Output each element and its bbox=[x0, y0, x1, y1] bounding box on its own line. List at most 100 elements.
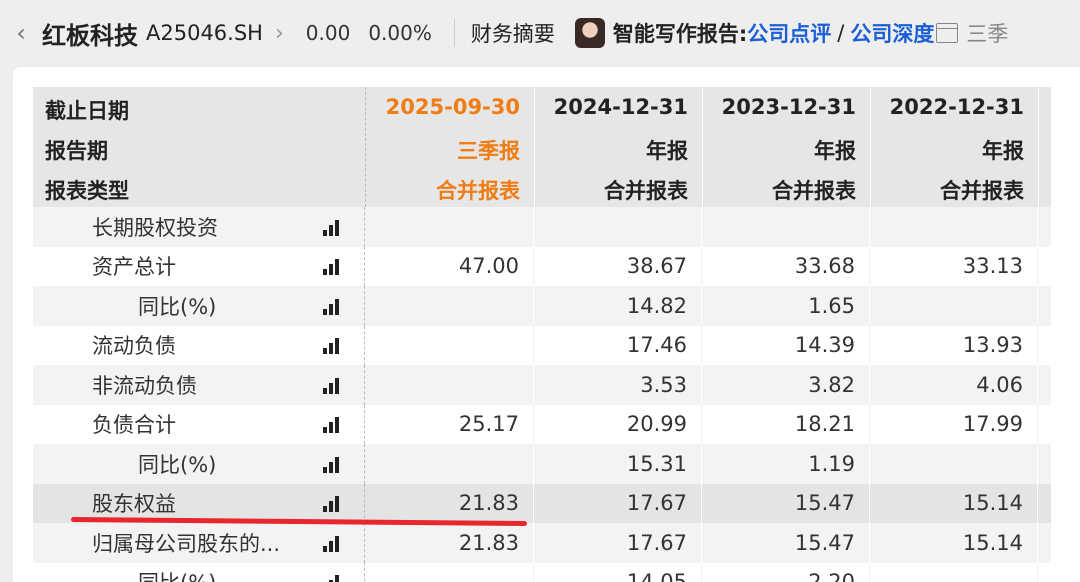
cell-value: 20.99 bbox=[626, 412, 687, 437]
cell-value: 15.31 bbox=[626, 451, 687, 476]
table-row[interactable]: 同比(%) 14.82 1.65 bbox=[33, 286, 1051, 326]
table-cell bbox=[366, 207, 534, 247]
more-tab[interactable]: 三季 bbox=[966, 18, 1008, 48]
header-column-3[interactable]: 2023-12-31 年报 合并报表 bbox=[702, 87, 871, 207]
table-cell: 33.68 bbox=[702, 246, 870, 286]
bar-chart-icon[interactable] bbox=[323, 376, 345, 394]
ai-report-title: 智能写作报告: bbox=[612, 22, 748, 46]
cell-value: 17.46 bbox=[626, 333, 687, 358]
cell-value: 13.93 bbox=[962, 333, 1023, 358]
cell-value: 33.13 bbox=[962, 254, 1023, 279]
table-cell bbox=[366, 286, 534, 326]
link-company-review[interactable]: 公司点评 bbox=[747, 18, 831, 48]
cell-value: 15.47 bbox=[794, 491, 855, 516]
bar-chart-icon[interactable] bbox=[323, 455, 345, 473]
row-label-cell: 资产总计 bbox=[33, 246, 365, 286]
chevron-right-icon[interactable]: › bbox=[275, 21, 284, 46]
row-label-cell: 负债合计 bbox=[33, 404, 365, 444]
cell-value: 25.17 bbox=[458, 412, 519, 437]
cell-value: 47.00 bbox=[458, 254, 519, 279]
table-cell: 1.65 bbox=[702, 286, 870, 326]
row-label: 负债合计 bbox=[92, 413, 176, 438]
table-cell: 13.93 bbox=[870, 325, 1038, 365]
stock-price: 0.00 bbox=[305, 21, 351, 45]
cell-value: 14.39 bbox=[794, 333, 855, 358]
row-label-cell: 非流动负债 bbox=[33, 365, 365, 405]
table-cell: 15.47 bbox=[702, 523, 870, 563]
table-cell: 38.67 bbox=[534, 246, 702, 286]
bar-chart-icon[interactable] bbox=[323, 218, 345, 236]
table-row[interactable]: 长期股权投资 bbox=[33, 207, 1051, 247]
header-label-type: 报表类型 bbox=[45, 179, 129, 203]
row-label: 归属母公司股东的... bbox=[92, 531, 281, 556]
stock-name: 红板科技 bbox=[42, 21, 138, 50]
header-type: 合并报表 bbox=[604, 179, 688, 203]
cell-value: 1.65 bbox=[808, 293, 855, 318]
header-label-column: 截止日期 报告期 报表类型 bbox=[33, 87, 366, 207]
cell-value: 15.14 bbox=[962, 491, 1023, 516]
table-cell: 18.21 bbox=[702, 404, 870, 444]
table-cell bbox=[870, 562, 1038, 582]
cell-value: 1.19 bbox=[808, 451, 855, 476]
tab-financial-summary[interactable]: 财务摘要 bbox=[471, 18, 555, 48]
row-label: 股东权益 bbox=[92, 492, 176, 517]
header-period: 三季报 bbox=[457, 139, 520, 163]
table-row[interactable]: 同比(%) 14.05 2.20 bbox=[33, 562, 1051, 582]
table-cell bbox=[366, 365, 534, 405]
cell-value: 2.20 bbox=[808, 570, 855, 582]
table-cell: 15.47 bbox=[702, 483, 870, 523]
calendar-icon[interactable] bbox=[936, 23, 959, 43]
table-cell: 15.31 bbox=[534, 444, 702, 484]
header-column-2[interactable]: 2024-12-31 年报合并报表 bbox=[534, 87, 703, 207]
link-separator: / bbox=[837, 21, 845, 45]
header-column-1[interactable]: 2025-09-30 三季报 合并报表 bbox=[366, 87, 535, 207]
table-cell bbox=[366, 562, 534, 582]
table-row[interactable]: 负债合计 25.17 20.99 18.21 17.99 bbox=[33, 404, 1051, 444]
table-header: 截止日期 报告期 报表类型 2025-09-30 三季报 合并报表 2024-12-3… bbox=[33, 87, 1051, 207]
cell-value: 15.14 bbox=[962, 530, 1023, 555]
bar-chart-icon[interactable] bbox=[323, 494, 345, 513]
header-label-date: 截止日期 bbox=[45, 99, 129, 123]
header-label-period: 报告期 bbox=[45, 139, 108, 163]
header-date: 2022-12-31 bbox=[889, 95, 1024, 119]
table-cell: 17.46 bbox=[534, 325, 702, 365]
cell-value: 14.82 bbox=[626, 293, 687, 318]
table-cell bbox=[870, 286, 1038, 326]
table-row[interactable]: 同比(%) 15.31 1.19 bbox=[33, 444, 1051, 484]
bar-chart-icon[interactable] bbox=[323, 336, 345, 355]
cell-value: 21.83 bbox=[458, 530, 519, 555]
cell-value: 18.21 bbox=[794, 412, 855, 437]
table-row[interactable]: 归属母公司股东的... 21.83 17.67 15.47 15.14 bbox=[33, 523, 1051, 563]
header-column-4[interactable]: 2022-12-31 年报 合并报表 bbox=[870, 87, 1039, 207]
row-label: 同比(%) bbox=[138, 567, 216, 582]
bar-chart-icon[interactable] bbox=[323, 257, 345, 276]
table-row[interactable]: 流动负债 17.46 14.39 13.93 bbox=[33, 325, 1051, 365]
cell-value: 38.67 bbox=[626, 254, 687, 279]
table-cell: 25.17 bbox=[366, 404, 534, 444]
table-cell: 47.00 bbox=[366, 246, 534, 286]
table-cell: 21.83 bbox=[366, 523, 534, 563]
table-cell bbox=[870, 207, 1038, 247]
bar-chart-icon[interactable] bbox=[323, 534, 345, 552]
table-row[interactable]: 资产总计 47.00 38.67 33.68 33.13 bbox=[33, 246, 1051, 286]
row-label: 同比(%) bbox=[138, 294, 217, 319]
table-cell bbox=[534, 207, 702, 247]
bar-chart-icon[interactable] bbox=[323, 415, 345, 434]
chevron-left-icon[interactable]: ‹ bbox=[4, 19, 38, 47]
bar-chart-icon[interactable] bbox=[323, 573, 345, 582]
bar-chart-icon[interactable] bbox=[323, 297, 345, 315]
table-row[interactable]: 非流动负债 3.53 3.82 4.06 bbox=[33, 365, 1051, 405]
link-company-deep[interactable]: 公司深度 bbox=[850, 18, 934, 48]
table-cell: 17.67 bbox=[534, 483, 702, 523]
header-period: 年报 bbox=[646, 139, 688, 163]
table-cell bbox=[702, 207, 870, 247]
row-label-cell: 同比(%) bbox=[33, 286, 365, 326]
table-body: 长期股权投资 资产总计 47.00 38.67 33.68 33.13 同比(%) 14.82… bbox=[33, 207, 1051, 582]
row-label: 同比(%) bbox=[138, 452, 217, 477]
header-date: 2024-12-31 bbox=[553, 95, 688, 119]
header-period: 年报 bbox=[982, 139, 1024, 163]
row-label-cell: 流动负债 bbox=[33, 325, 365, 365]
ai-avatar bbox=[574, 18, 605, 48]
table-cell: 17.67 bbox=[534, 523, 702, 563]
table-cell bbox=[366, 325, 534, 365]
